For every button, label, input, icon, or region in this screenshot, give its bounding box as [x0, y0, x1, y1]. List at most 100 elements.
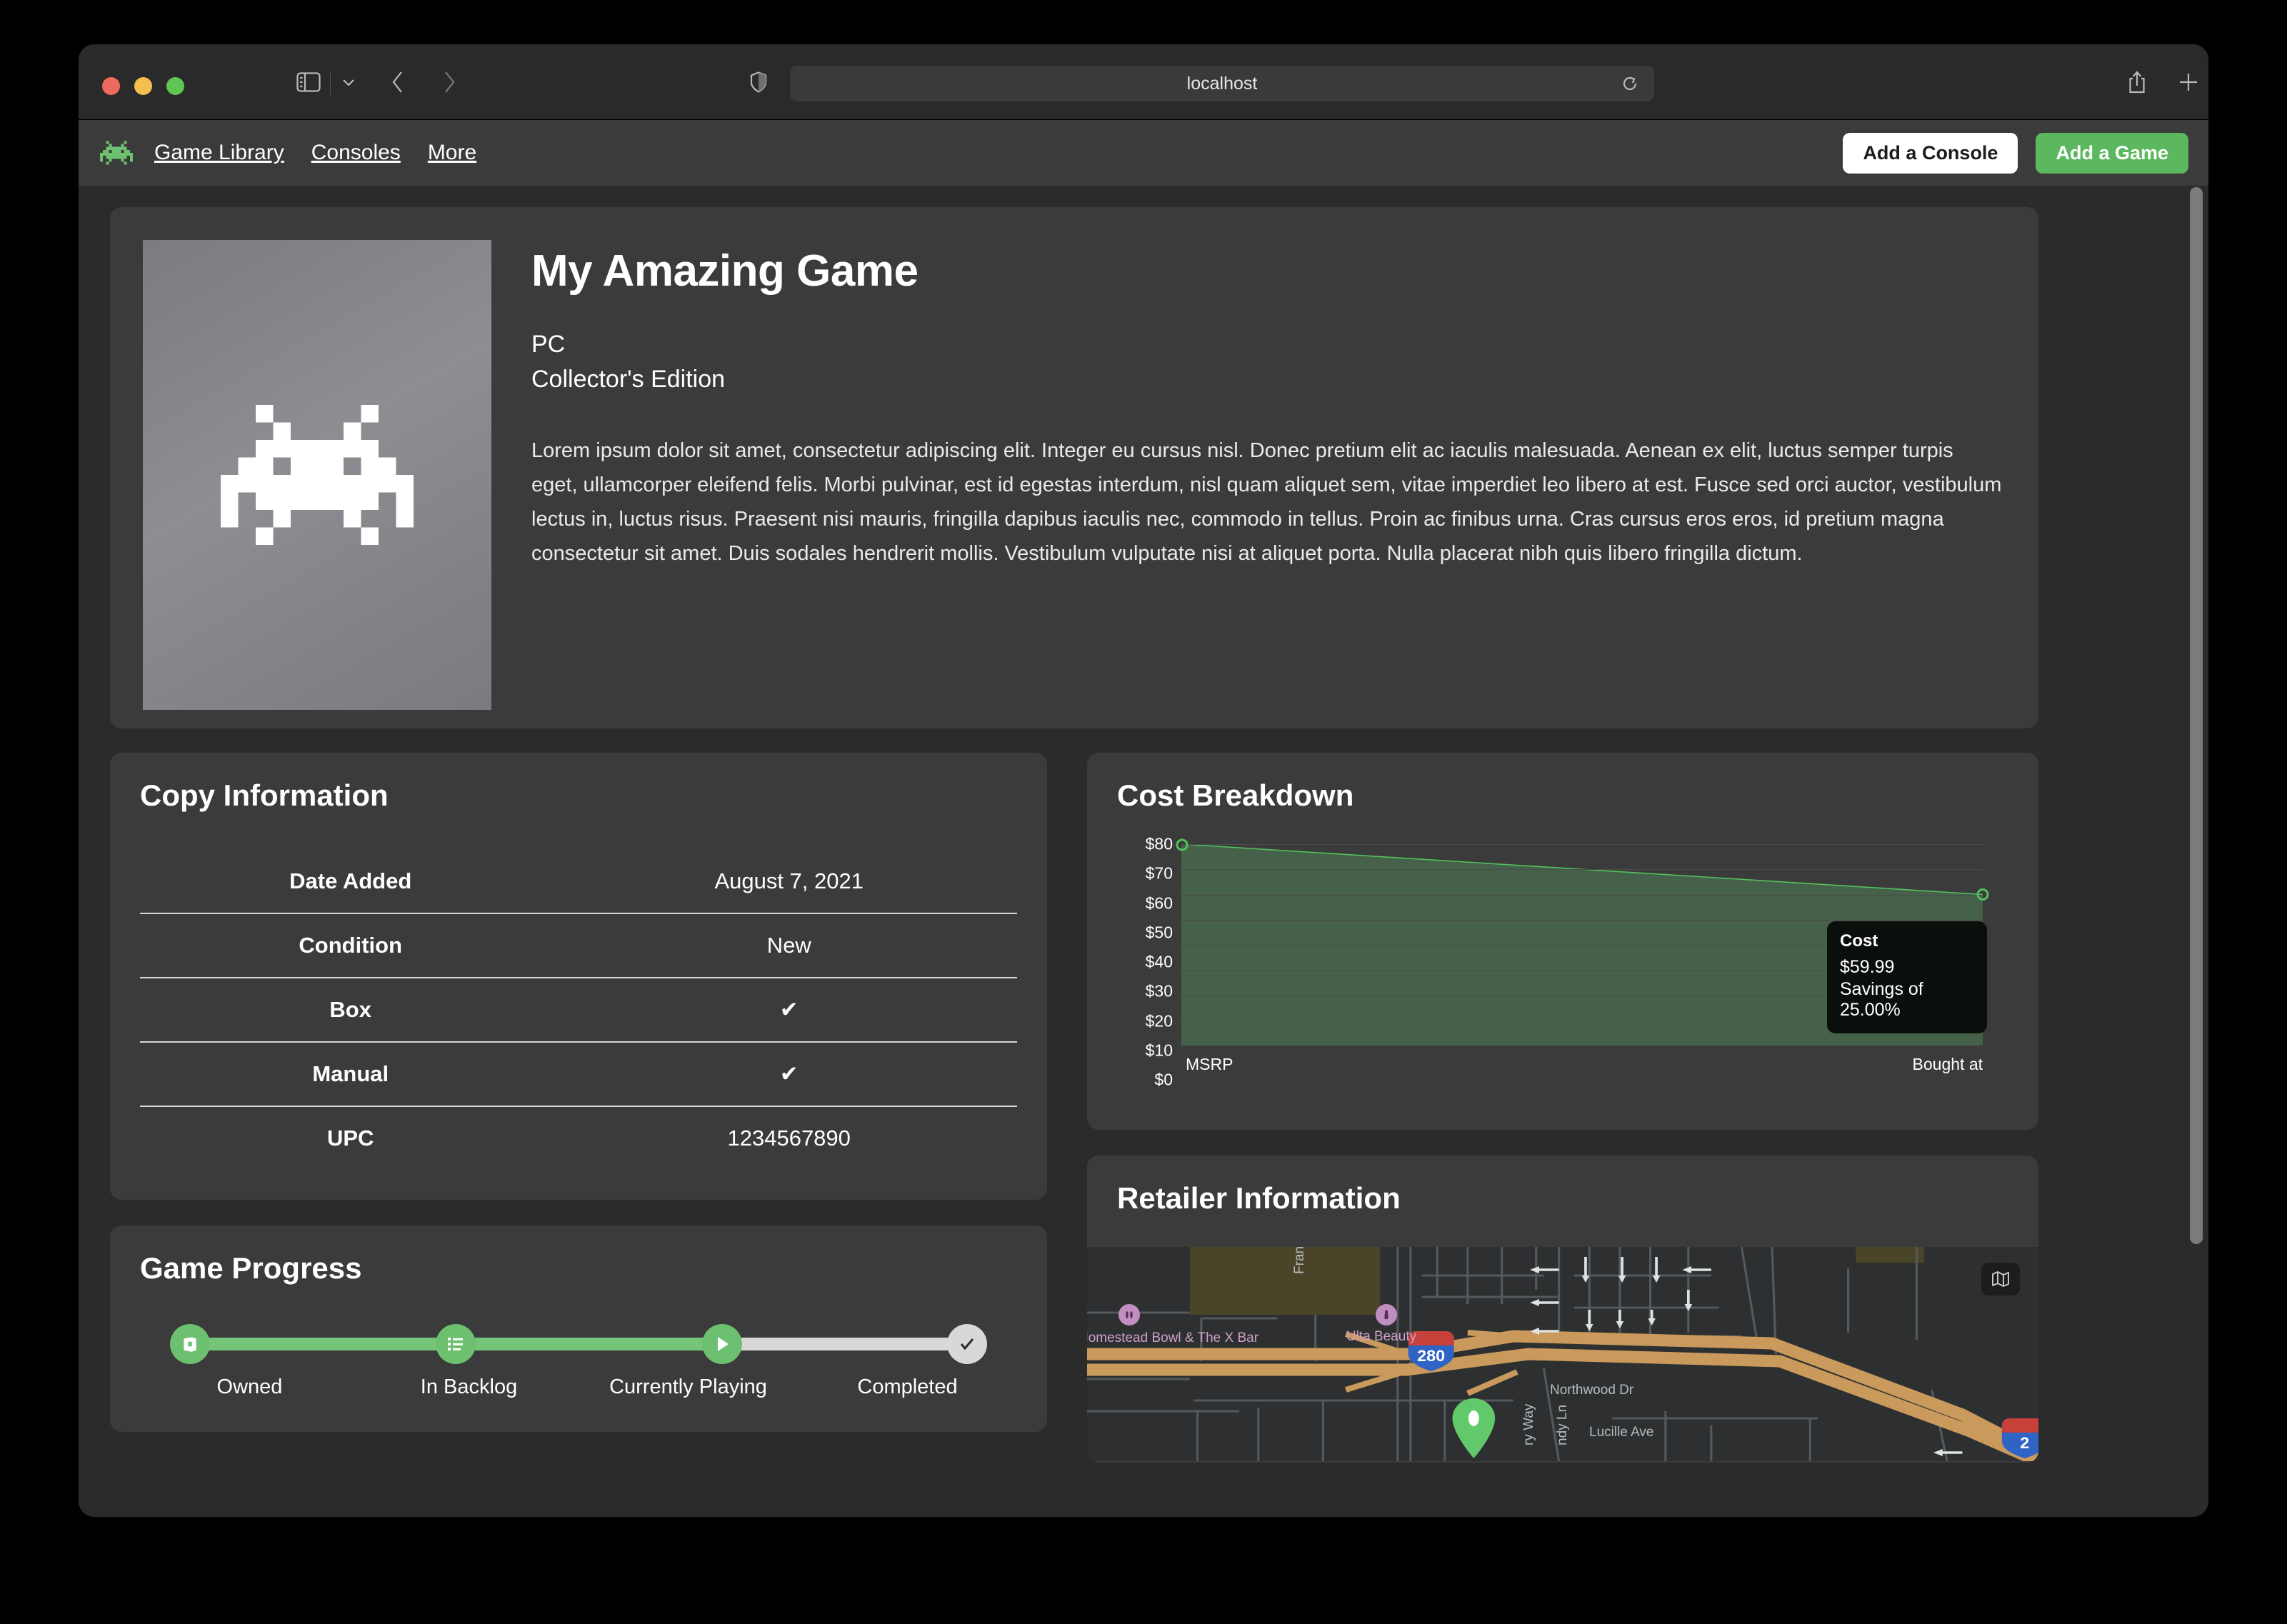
data-point-bought-at	[1976, 888, 1989, 901]
share-icon[interactable]	[2118, 44, 2156, 120]
chevron-down-icon[interactable]	[334, 44, 363, 120]
progress-label-owned: Owned	[216, 1375, 283, 1398]
scrollbar-thumb[interactable]	[2190, 187, 2203, 1244]
window-controls	[102, 77, 184, 95]
row-key: Manual	[140, 1041, 561, 1106]
table-row: Date Added August 7, 2021	[140, 850, 1017, 913]
tooltip-title: Cost	[1840, 931, 1878, 951]
y-tick-50: $50	[1145, 923, 1173, 942]
browser-toolbar: localhost	[79, 44, 2208, 120]
retailer-information-title: Retailer Information	[1117, 1181, 1401, 1215]
table-row: Condition New	[140, 913, 1017, 978]
page-content: My Amazing Game PC Collector's Edition L…	[79, 186, 2208, 1517]
x-tick-msrp: MSRP	[1186, 1055, 1233, 1073]
nav-link-consoles[interactable]: Consoles	[311, 141, 401, 165]
shield-icon[interactable]	[743, 44, 774, 120]
table-row: UPC 1234567890	[140, 1106, 1017, 1170]
forward-chevron-icon[interactable]	[430, 44, 469, 120]
add-console-button[interactable]: Add a Console	[1843, 132, 2018, 174]
svg-text:280: 280	[1417, 1347, 1445, 1365]
y-tick-60: $60	[1145, 893, 1173, 912]
maximize-window-button[interactable]	[166, 77, 184, 95]
progress-step-in-backlog[interactable]	[436, 1324, 476, 1364]
y-tick-10: $10	[1145, 1041, 1173, 1060]
game-description: Lorem ipsum dolor sit amet, consectetur …	[531, 439, 2002, 565]
y-tick-80: $80	[1145, 834, 1173, 853]
cost-breakdown-title: Cost Breakdown	[1117, 778, 1354, 812]
poi-icon-beauty	[1376, 1304, 1397, 1325]
progress-label-in-backlog: In Backlog	[420, 1375, 518, 1398]
y-tick-0: $0	[1154, 1070, 1173, 1089]
game-progress-title: Game Progress	[140, 1251, 362, 1285]
map-label-franco: Franco	[1292, 1247, 1307, 1274]
row-value: 1234567890	[561, 1106, 1017, 1170]
right-column: Cost Breakdown $0 $10 $20 $30 $40 $50 $6…	[1087, 753, 2038, 1463]
page-scrollbar[interactable]	[2190, 187, 2203, 1487]
url-text: localhost	[1186, 73, 1258, 94]
list-icon	[448, 1338, 464, 1350]
row-value-check-icon: ✔	[561, 977, 1017, 1042]
copy-information-card: Copy Information Date Added August 7, 20…	[110, 753, 1047, 1200]
page-title: My Amazing Game	[531, 246, 919, 296]
add-game-button[interactable]: Add a Game	[2036, 132, 2188, 174]
chart-tooltip: Cost $59.99 Savings of 25.00%	[1827, 921, 1987, 1033]
row-key: UPC	[140, 1106, 561, 1170]
progress-step-currently-playing[interactable]	[701, 1324, 742, 1364]
game-edition: Collector's Edition	[531, 366, 726, 393]
space-invader-cover-icon	[221, 404, 414, 546]
retailer-map[interactable]: 280 2 Homestead Bowl & The X Bar Ulta Be…	[1087, 1247, 2038, 1461]
box-icon	[184, 1337, 196, 1352]
browser-window: localhost Game Library Consoles More Add…	[79, 44, 2208, 1517]
map-label-ry-way: ry Way	[1521, 1403, 1536, 1445]
map-label-ndy-ln: ndy Ln	[1555, 1404, 1570, 1445]
data-point-msrp	[1176, 838, 1188, 851]
poi-icon-bowling	[1119, 1304, 1140, 1325]
row-key: Box	[140, 977, 561, 1042]
nav-link-game-library[interactable]: Game Library	[154, 141, 284, 165]
game-hero-info: My Amazing Game PC Collector's Edition L…	[491, 240, 2003, 696]
progress-step-completed[interactable]	[947, 1324, 987, 1364]
progress-label-currently-playing: Currently Playing	[609, 1375, 767, 1398]
y-tick-40: $40	[1145, 952, 1173, 971]
progress-step-owned[interactable]	[170, 1324, 210, 1364]
nav-link-more[interactable]: More	[428, 141, 476, 165]
row-value: New	[561, 913, 1017, 978]
reload-icon[interactable]	[1616, 66, 1644, 101]
sidebar-icon[interactable]	[289, 44, 328, 120]
y-tick-30: $30	[1145, 981, 1173, 1001]
y-tick-20: $20	[1145, 1011, 1173, 1030]
plus-icon[interactable]	[2169, 44, 2208, 120]
play-icon	[717, 1337, 729, 1351]
close-window-button[interactable]	[102, 77, 120, 95]
check-icon	[960, 1338, 974, 1350]
game-hero-card: My Amazing Game PC Collector's Edition L…	[110, 207, 2038, 728]
row-key: Condition	[140, 913, 561, 978]
map-label-northwood-dr: Northwood Dr	[1550, 1383, 1634, 1398]
game-progress-card: Game Progress Owned In Backlog Currently…	[110, 1225, 1047, 1432]
address-bar[interactable]: localhost	[790, 66, 1654, 101]
copy-information-title: Copy Information	[140, 778, 389, 812]
row-value-check-icon: ✔	[561, 1041, 1017, 1106]
tooltip-savings: Savings of 25.00%	[1840, 979, 1923, 1020]
detail-columns: Copy Information Date Added August 7, 20…	[110, 753, 2177, 1463]
progress-labels: Owned In Backlog Currently Playing Compl…	[140, 1375, 1017, 1399]
game-platform: PC	[531, 331, 566, 358]
progress-label-completed: Completed	[857, 1375, 958, 1398]
x-tick-bought-at: Bought at	[1912, 1055, 1983, 1073]
row-key: Date Added	[289, 868, 412, 893]
map-label-ulta-beauty: Ulta Beauty	[1346, 1329, 1417, 1344]
space-invader-logo[interactable]	[100, 136, 133, 169]
game-cover-art	[143, 240, 491, 710]
retailer-information-card: Retailer Information 280 2 Homestead Bow…	[1087, 1156, 2038, 1463]
map-label-lucille-ave: Lucille Ave	[1589, 1425, 1654, 1440]
minimize-window-button[interactable]	[134, 77, 152, 95]
cost-breakdown-chart: $0 $10 $20 $30 $40 $50 $60 $70 $80 MSRP …	[1117, 835, 2008, 1089]
map-icon[interactable]	[1981, 1263, 2020, 1295]
tooltip-value: $59.99	[1840, 957, 1895, 977]
svg-text:2: 2	[2020, 1434, 2029, 1452]
map-label-homestead-bowl: Homestead Bowl & The X Bar	[1087, 1330, 1259, 1345]
back-chevron-icon[interactable]	[379, 44, 417, 120]
copy-information-table: Date Added August 7, 2021 Condition New …	[140, 850, 1017, 1170]
left-column: Copy Information Date Added August 7, 20…	[110, 753, 1047, 1463]
table-row: Manual ✔	[140, 1041, 1017, 1106]
